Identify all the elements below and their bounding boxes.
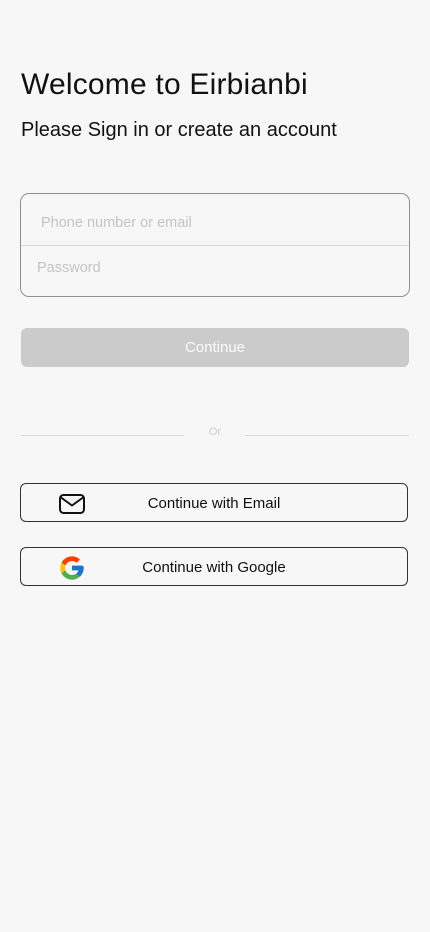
sign-in-page: Welcome to Eirbianbi Please Sign in or c…: [0, 0, 430, 932]
continue-button[interactable]: Continue: [21, 328, 409, 367]
continue-with-email-button[interactable]: Continue with Email: [20, 483, 408, 522]
continue-with-google-label: Continue with Google: [142, 559, 286, 576]
page-subtitle: Please Sign in or create an account: [21, 119, 337, 141]
page-title: Welcome to Eirbianbi: [21, 68, 308, 101]
password-input[interactable]: [21, 246, 409, 294]
or-line-right: [245, 435, 409, 436]
or-divider: Or: [21, 424, 409, 446]
credentials-form: [20, 193, 410, 297]
phone-or-email-input[interactable]: [21, 194, 409, 245]
continue-with-email-label: Continue with Email: [147, 495, 281, 512]
or-label: Or: [208, 426, 222, 438]
continue-with-google-button[interactable]: Continue with Google: [20, 547, 408, 586]
